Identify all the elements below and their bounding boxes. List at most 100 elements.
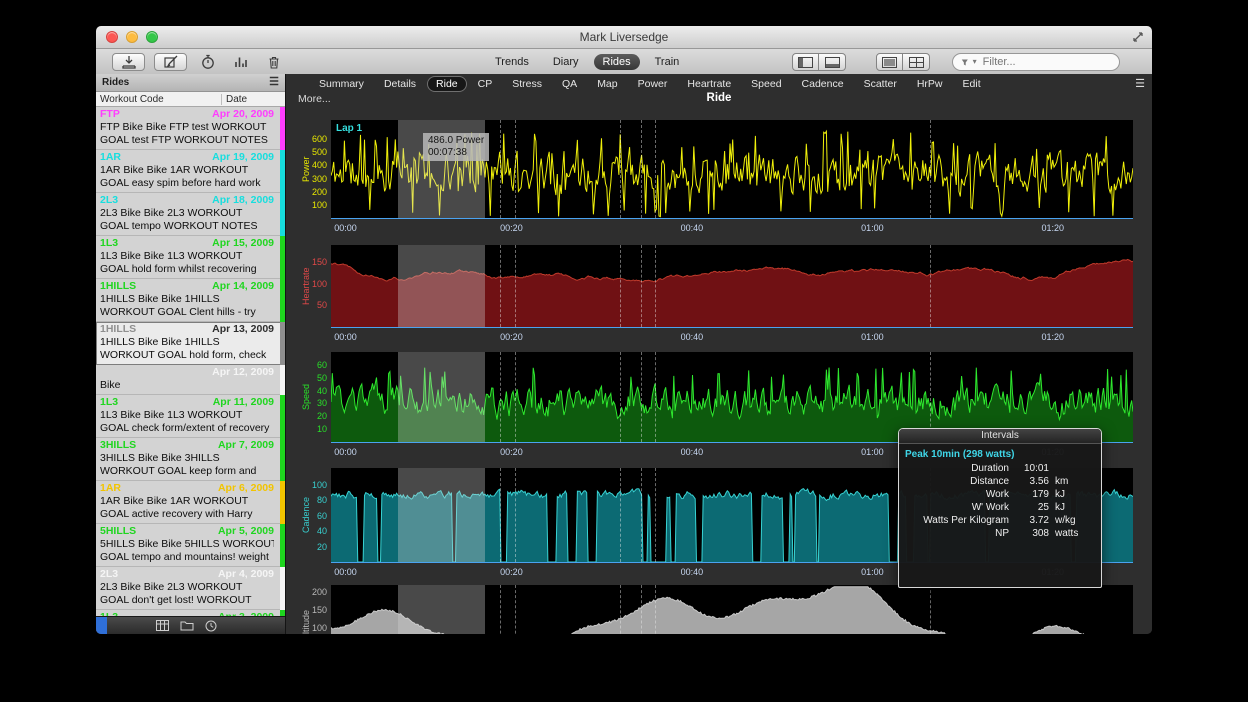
- altitude-ytick: 100: [286, 623, 327, 633]
- filter-input[interactable]: [981, 55, 1111, 69]
- ride-list-item[interactable]: 3HILLSApr 7, 20093HILLS Bike Bike 3HILLS…: [96, 438, 285, 481]
- ride-list-item[interactable]: 2L3Apr 4, 20092L3 Bike Bike 2L3 WORKOUTG…: [96, 567, 285, 610]
- bottompane-toggle-icon[interactable]: [819, 53, 846, 71]
- ride-date: Apr 12, 2009: [212, 366, 274, 379]
- ride-list-item[interactable]: 1ARApr 19, 20091AR Bike Bike 1AR WORKOUT…: [96, 150, 285, 193]
- sidebar-toggle-icon[interactable]: [792, 53, 819, 71]
- stat-value: 308: [1015, 527, 1049, 540]
- ride-list-item[interactable]: 1HILLSApr 13, 20091HILLS Bike Bike 1HILL…: [96, 322, 285, 365]
- title-bar[interactable]: Mark Liversedge: [96, 26, 1152, 49]
- ride-list-item[interactable]: 5HILLSApr 5, 20095HILLS Bike Bike 5HILLS…: [96, 524, 285, 567]
- interval-marker-line: [655, 585, 656, 634]
- toolbar-tab-rides[interactable]: Rides: [594, 54, 640, 70]
- stat-unit: kJ: [1055, 501, 1095, 514]
- ride-item-head: 3HILLSApr 7, 2009: [100, 439, 274, 452]
- peak-interval-heading: Peak 10min (298 watts): [905, 448, 1095, 462]
- ride-list-item[interactable]: 1L3Apr 11, 20091L3 Bike Bike 1L3 WORKOUT…: [96, 395, 285, 438]
- interval-marker-line: [620, 468, 621, 562]
- intervals-popup-title[interactable]: Intervals: [899, 429, 1101, 444]
- filter-field[interactable]: ▾: [952, 53, 1120, 71]
- interval-marker-line: [655, 120, 656, 218]
- toolbar-tab-train[interactable]: Train: [646, 54, 689, 70]
- stat-label: Distance: [905, 475, 1009, 488]
- heartrate-chart-plot[interactable]: [331, 245, 1133, 328]
- ride-code: 3HILLS: [100, 439, 136, 452]
- altitude-ytick: 200: [286, 587, 327, 597]
- sidebar-menu-icon[interactable]: ☰: [269, 77, 279, 88]
- ride-description: Bike: [100, 379, 274, 392]
- column-date[interactable]: Date: [221, 94, 285, 105]
- minimize-button[interactable]: [126, 31, 138, 43]
- trash-button[interactable]: [262, 53, 286, 71]
- stat-label: NP: [905, 527, 1009, 540]
- interval-marker-line: [620, 120, 621, 218]
- x-axis-label: 01:00: [861, 332, 884, 342]
- ride-item-head: 1ARApr 6, 2009: [100, 482, 274, 495]
- interval-marker-line: [515, 468, 516, 562]
- toolbar-tab-diary[interactable]: Diary: [544, 54, 588, 70]
- speed-ytick: 20: [286, 411, 327, 421]
- single-view-icon[interactable]: [876, 53, 903, 71]
- table-icon[interactable]: [156, 620, 169, 631]
- compose-button[interactable]: [154, 53, 187, 71]
- toolbar-buttons: [112, 53, 286, 71]
- altitude-chart-plot[interactable]: [331, 585, 1133, 634]
- ride-color-stripe: [280, 438, 285, 481]
- ride-list-item[interactable]: Apr 12, 2009Bike: [96, 365, 285, 395]
- ride-list-item[interactable]: 1ARApr 6, 20091AR Bike Bike 1AR WORKOUTG…: [96, 481, 285, 524]
- x-axis-label: 00:40: [681, 332, 704, 342]
- tiled-view-icon[interactable]: [903, 53, 930, 71]
- ride-date: Apr 11, 2009: [213, 396, 274, 409]
- stat-label: Duration: [905, 462, 1009, 475]
- ride-color-stripe: [280, 395, 285, 438]
- main-toolbar: Trends Diary Rides Train ▾: [96, 49, 1152, 76]
- hover-tooltip: 486.0 Power00:07:38: [423, 133, 489, 161]
- interval-stat-row: Distance3.56km: [905, 475, 1095, 488]
- x-axis-label: 00:00: [334, 223, 357, 233]
- sidebar-title: Rides: [102, 77, 129, 88]
- rides-sidebar: Rides ☰ Workout Code Date FTPApr 20, 200…: [96, 74, 286, 634]
- interval-marker-line: [641, 245, 642, 327]
- ride-description: 1HILLS Bike Bike 1HILLSWORKOUT GOAL Clen…: [100, 293, 274, 319]
- power-ytick: 600: [286, 134, 327, 144]
- clock-icon[interactable]: [205, 620, 217, 632]
- power-chart-plot[interactable]: Lap 1 486.0 Power00:07:38: [331, 120, 1133, 219]
- app-window: Mark Liversedge Trends Diary: [96, 26, 1152, 634]
- stopwatch-button[interactable]: [196, 53, 220, 71]
- cadence-ytick: 40: [286, 526, 327, 536]
- ride-list-item[interactable]: 2L3Apr 18, 20092L3 Bike Bike 2L3 WORKOUT…: [96, 193, 285, 236]
- ride-list-item[interactable]: 1L3Apr 15, 20091L3 Bike Bike 1L3 WORKOUT…: [96, 236, 285, 279]
- toolbar-tab-trends[interactable]: Trends: [486, 54, 538, 70]
- power-ytick: 200: [286, 187, 327, 197]
- heartrate-ytick: 100: [286, 279, 327, 289]
- power-ytick: 300: [286, 174, 327, 184]
- layout-toggle-group: [876, 53, 930, 71]
- ride-list-item[interactable]: FTPApr 20, 2009FTP Bike Bike FTP test WO…: [96, 107, 285, 150]
- ride-item-head: 1L3Apr 15, 2009: [100, 237, 274, 250]
- stat-value: 10:01: [1015, 462, 1049, 475]
- column-workout-code[interactable]: Workout Code: [96, 94, 221, 105]
- ride-code: 5HILLS: [100, 525, 136, 538]
- folder-icon[interactable]: [180, 620, 194, 631]
- x-axis-label: 01:00: [861, 567, 884, 577]
- intervals-button[interactable]: [229, 53, 253, 71]
- close-button[interactable]: [106, 31, 118, 43]
- download-button[interactable]: [112, 53, 145, 71]
- interval-marker-line: [655, 245, 656, 327]
- ride-color-stripe: [280, 107, 285, 150]
- interval-stats: Duration10:01Distance3.56kmWork179kJW' W…: [905, 462, 1095, 540]
- stat-label: Watts Per Kilogram: [905, 514, 1009, 527]
- stat-label: W' Work: [905, 501, 1009, 514]
- speed-ytick: 60: [286, 360, 327, 370]
- zoom-button[interactable]: [146, 31, 158, 43]
- ride-code: 1L3: [100, 396, 118, 409]
- ride-list-item[interactable]: 1HILLSApr 14, 20091HILLS Bike Bike 1HILL…: [96, 279, 285, 322]
- ride-code: 1HILLS: [100, 280, 136, 293]
- interval-marker-line: [500, 352, 501, 442]
- ride-date: Apr 20, 2009: [212, 108, 274, 121]
- pane-toggle-group: [792, 53, 846, 71]
- fullscreen-icon[interactable]: [1131, 30, 1145, 44]
- ride-code: 1L3: [100, 237, 118, 250]
- ride-color-stripe: [280, 322, 285, 365]
- lap-label: Lap 1: [336, 123, 362, 134]
